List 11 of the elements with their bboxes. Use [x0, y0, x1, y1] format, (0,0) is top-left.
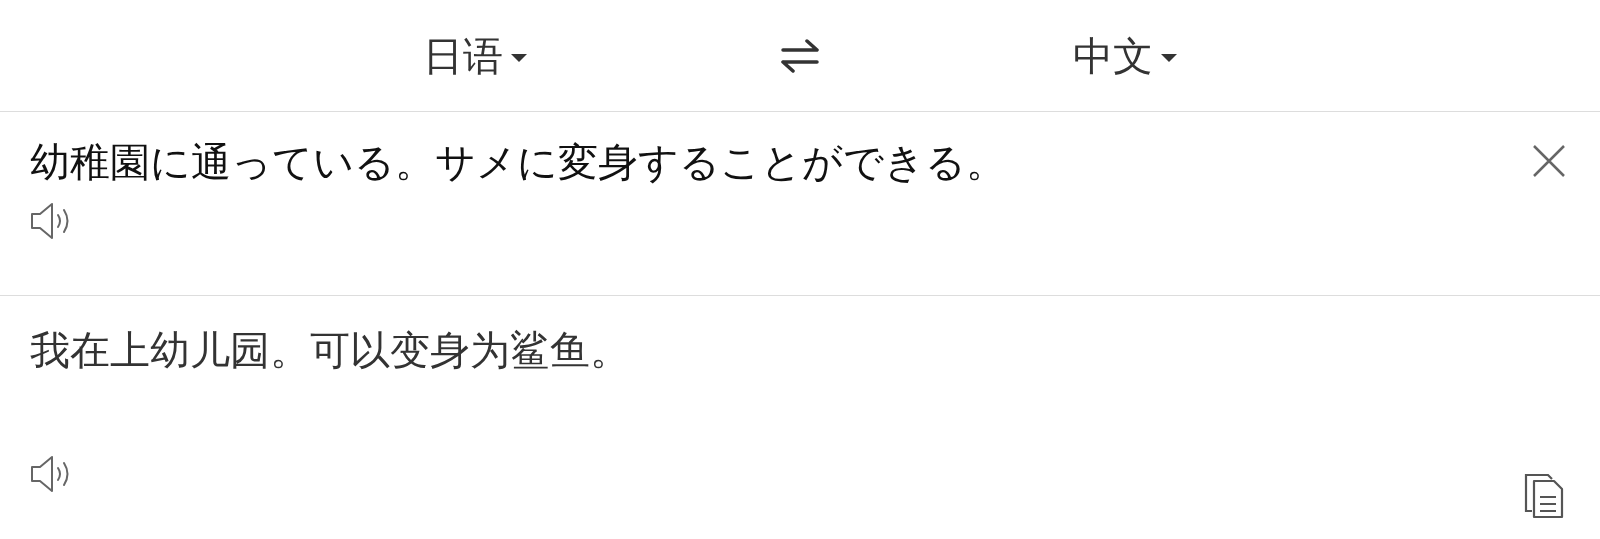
- caret-icon: [1161, 53, 1177, 62]
- clear-button[interactable]: [1532, 144, 1566, 178]
- caret-icon: [511, 53, 527, 62]
- swap-icon: [781, 37, 819, 74]
- copy-button[interactable]: [1524, 473, 1564, 519]
- close-icon: [1532, 144, 1566, 178]
- source-text: 幼稚園に通っている。サメに変身することができる。: [30, 138, 1006, 187]
- source-language-dropdown[interactable]: 日语: [423, 25, 527, 86]
- target-language-dropdown[interactable]: 中文: [1073, 25, 1177, 86]
- translated-text: 我在上幼儿园。可以变身为鲨鱼。: [30, 326, 631, 375]
- copy-icon: [1524, 473, 1564, 519]
